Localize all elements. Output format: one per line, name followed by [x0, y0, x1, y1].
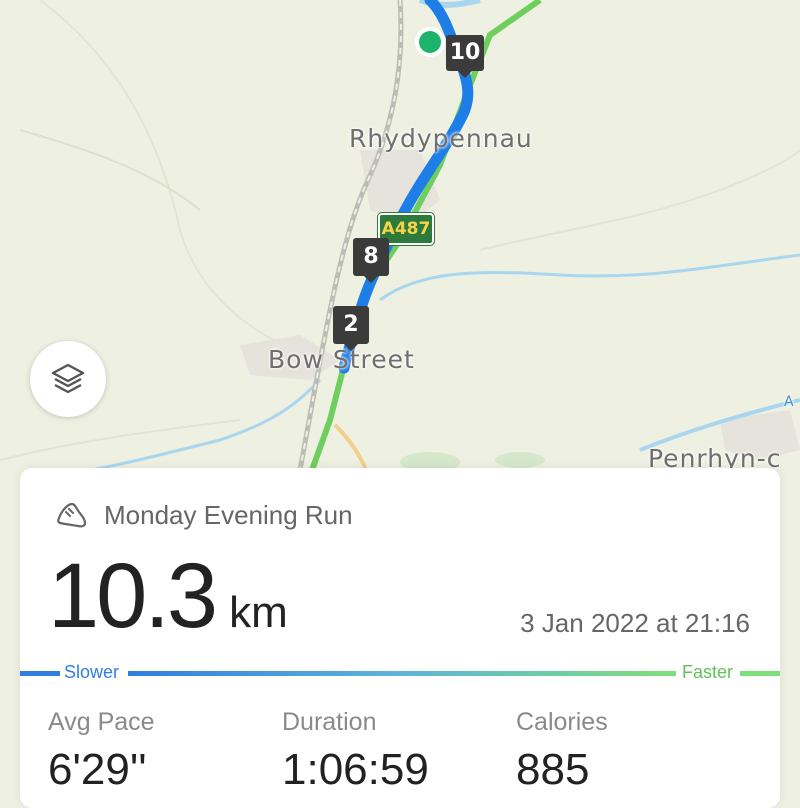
activity-header: Monday Evening Run	[54, 498, 353, 532]
stat-avg-pace: Avg Pace 6'29''	[48, 708, 155, 795]
stat-label-avg-pace: Avg Pace	[48, 708, 155, 736]
km-marker-2: 2	[333, 306, 369, 351]
stat-calories: Calories 885	[516, 708, 608, 795]
km-marker-10: 10	[446, 35, 484, 78]
stat-value-calories: 885	[516, 745, 590, 794]
slower-label: Slower	[64, 662, 120, 682]
activity-summary-card[interactable]: Monday Evening Run 10.3 km 3 Jan 2022 at…	[20, 468, 780, 808]
place-label-rhydypennau: Rhydypennau	[349, 124, 533, 153]
distance-display: 10.3 km	[48, 544, 288, 649]
activity-date: 3 Jan 2022 at 21:16	[520, 608, 750, 638]
layers-icon	[51, 363, 85, 394]
place-label-bow-street: Bow Street	[268, 345, 415, 374]
pace-legend: Slower Faster	[0, 658, 800, 688]
stat-label-duration: Duration	[282, 708, 377, 736]
stat-value-duration: 1:06:59	[282, 745, 429, 794]
km-marker-8: 8	[353, 238, 389, 283]
stat-label-calories: Calories	[516, 708, 608, 736]
faster-label: Faster	[682, 662, 734, 682]
stat-duration: Duration 1:06:59	[282, 708, 429, 795]
stat-value-avg-pace: 6'29''	[48, 745, 147, 794]
place-label-edge: A	[784, 394, 795, 410]
map-layers-button[interactable]	[30, 341, 106, 417]
distance-value: 10.3	[48, 545, 218, 647]
pace-gradient-bar	[20, 671, 780, 676]
activity-title: Monday Evening Run	[104, 499, 353, 530]
distance-unit: km	[229, 588, 288, 637]
running-shoe-icon	[57, 502, 87, 528]
